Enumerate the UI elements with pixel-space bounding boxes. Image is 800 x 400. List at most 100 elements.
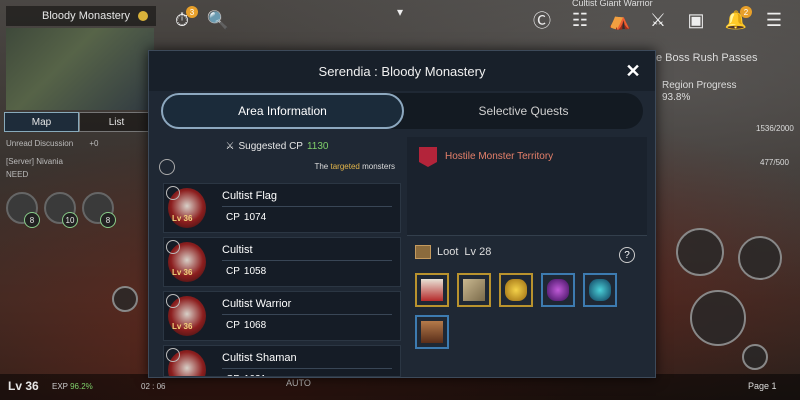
boss-rush-label[interactable]: e Boss Rush Passes — [656, 52, 758, 64]
territory-label: Hostile Monster Territory — [445, 151, 554, 162]
loot-level: Lv 28 — [464, 246, 492, 258]
dodge-button[interactable] — [742, 344, 768, 370]
cp-value: 1074 — [243, 212, 267, 223]
suggested-cp-value: 1130 — [306, 140, 329, 152]
attack-button[interactable] — [690, 290, 746, 346]
unread-label: Unread Discussion — [6, 139, 74, 148]
menu-icon[interactable]: ☰ — [762, 8, 786, 32]
party-level: 10 — [62, 212, 78, 228]
monster-name: Cultist — [222, 244, 253, 256]
urn-icon[interactable] — [499, 273, 533, 307]
party-members: 8 10 8 — [6, 192, 116, 228]
location-bar[interactable]: Bloody Monastery — [6, 6, 156, 26]
exp-display: EXP 96.2% 02 : 06 — [52, 382, 166, 391]
player-level: Lv 36 — [8, 379, 39, 393]
monster-cp: CP 1058 — [222, 266, 266, 277]
crossed-swords-icon[interactable]: ⚔ — [646, 8, 670, 32]
hot-coin-icon[interactable]: Ⓒ — [530, 8, 554, 32]
party-level: 8 — [24, 212, 40, 228]
monster-cp: CP 1031 — [222, 374, 266, 376]
monster-card[interactable]: Lv 36 Cultist Warrior CP 1068 — [163, 291, 401, 341]
target-icon[interactable] — [166, 294, 180, 308]
monster-column: ⚔ Suggested CP 1130 The targeted monster… — [155, 137, 401, 377]
suggested-cp: ⚔ Suggested CP 1130 — [155, 137, 399, 155]
timer-icon[interactable]: ⏱ 3 — [170, 6, 198, 32]
targeted-word: targeted — [330, 162, 360, 171]
targeted-pre: The — [314, 162, 329, 171]
profile-icon[interactable]: ☷ — [568, 8, 592, 32]
cp-value: 1031 — [244, 374, 266, 376]
blue-gem-icon[interactable] — [583, 273, 617, 307]
target-icon[interactable] — [166, 186, 180, 200]
monster-name: Cultist Warrior — [222, 298, 292, 310]
monster-level: Lv 36 — [172, 268, 193, 277]
region-value: 93.8% — [662, 92, 691, 103]
exp-label: EXP — [52, 382, 68, 391]
tab-selective-quests[interactable]: Selective Quests — [404, 93, 643, 129]
suggested-cp-label: Suggested CP — [238, 140, 303, 152]
notif-badge: 2 — [740, 6, 752, 18]
divider — [222, 314, 392, 315]
tab-area-information[interactable]: Area Information — [161, 93, 404, 129]
top-hud: Bloody Monastery ⏱ 3 🔍 ▾ Ⓒ ☷ Cultist Gia… — [0, 0, 800, 110]
targeted-label: The targeted monsters — [314, 162, 395, 171]
coin-icon — [138, 11, 148, 21]
chevron-down-icon[interactable]: ▾ — [388, 0, 412, 24]
divider — [222, 206, 392, 207]
cp-prefix: CP — [226, 266, 240, 277]
stat-a: 1536/2000 — [756, 124, 794, 133]
loot-chest-icon — [415, 245, 431, 259]
target-icon[interactable] — [166, 348, 180, 362]
bell-icon[interactable]: 🔔 2 — [724, 6, 752, 32]
timer-badge: 3 — [186, 6, 198, 18]
party-member[interactable]: 10 — [44, 192, 78, 228]
region-label: Region Progress — [662, 80, 737, 91]
map-icon[interactable] — [457, 273, 491, 307]
camp-icon[interactable]: ⛺ — [608, 8, 632, 32]
skill-button[interactable] — [738, 236, 782, 280]
joystick[interactable] — [112, 286, 138, 312]
monster-card[interactable]: Lv 36 Cultist CP 1058 — [163, 237, 401, 287]
chest-icon[interactable] — [415, 315, 449, 349]
skill-button[interactable] — [676, 228, 724, 276]
monster-card[interactable]: Cultist Shaman CP 1031 — [163, 345, 401, 377]
top-right-label: Cultist Giant Warrior — [572, 0, 653, 8]
unread-count: +0 — [89, 139, 99, 148]
monster-level: Lv 36 — [172, 322, 193, 331]
scroll-icon[interactable] — [415, 273, 449, 307]
monster-name: Cultist Shaman — [222, 352, 297, 364]
search-book-icon[interactable]: 🔍 — [206, 8, 230, 32]
purple-gem-icon[interactable] — [541, 273, 575, 307]
tab-map[interactable]: Map — [4, 112, 79, 132]
monster-cp: CP 1068 — [222, 320, 266, 331]
target-icon[interactable] — [159, 159, 175, 175]
party-member[interactable]: 8 — [6, 192, 40, 228]
monster-card[interactable]: Lv 36 Cultist Flag CP 1074 — [163, 183, 401, 233]
page-label[interactable]: Page 1 — [748, 381, 777, 391]
cp-value: 1058 — [243, 266, 267, 277]
stat-b: 477/500 — [760, 158, 789, 167]
hostile-territory-icon — [419, 147, 437, 167]
auto-label[interactable]: AUTO — [286, 378, 311, 388]
dialog-title: Serendia : Bloody Monastery — [149, 51, 655, 91]
location-name: Bloody Monastery — [42, 10, 131, 22]
close-icon[interactable]: ✕ — [625, 62, 641, 80]
storage-icon[interactable]: ▣ — [684, 8, 708, 32]
unread-discussion[interactable]: Unread Discussion +0 — [6, 139, 99, 148]
help-icon[interactable]: ? — [619, 247, 635, 263]
tab-list[interactable]: List — [79, 112, 154, 132]
loot-header: Loot Lv 28 — [415, 245, 491, 259]
dialog-tabs: Area Information Selective Quests — [161, 93, 643, 129]
party-member[interactable]: 8 — [82, 192, 116, 228]
monster-level: Lv 36 — [172, 214, 193, 223]
cp-prefix: CP — [226, 374, 240, 376]
target-icon[interactable] — [166, 240, 180, 254]
clock: 02 : 06 — [141, 382, 166, 391]
server-line: [Server] Nivania — [6, 157, 63, 166]
area-info-dialog: Serendia : Bloody Monastery ✕ Area Infor… — [148, 50, 656, 378]
targeted-post: monsters — [362, 162, 395, 171]
minimap[interactable] — [6, 28, 154, 110]
monster-cp: CP 1074 — [222, 212, 266, 223]
cp-prefix: CP — [226, 212, 240, 223]
need-label: NEED — [6, 170, 29, 179]
